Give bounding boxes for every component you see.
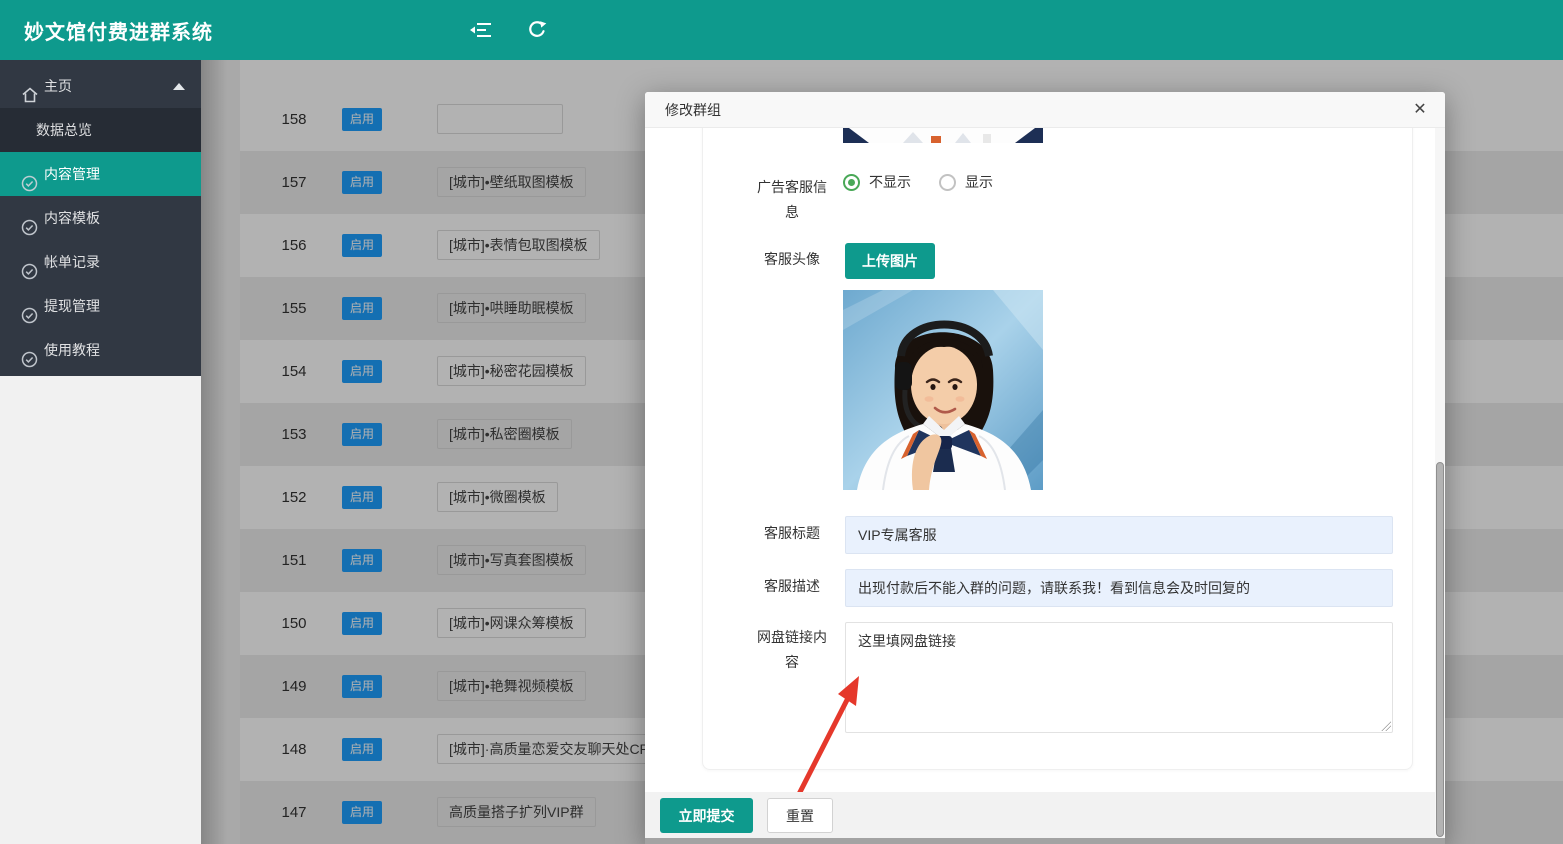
radio-circle-icon[interactable] — [939, 174, 956, 191]
sidebar-item-label: 提现管理 — [44, 284, 100, 328]
sidebar-item-4[interactable]: 帐单记录 — [0, 240, 201, 284]
netdisk-link-textarea[interactable]: 这里填网盘链接 — [845, 622, 1393, 733]
modal-body: 广告客服信息 不显示 显示 客服头像 上传图片 — [645, 128, 1445, 844]
service-avatar-label: 客服头像 — [753, 247, 831, 272]
customer-service-photo — [843, 290, 1043, 490]
radio-option-1[interactable]: 显示 — [939, 172, 993, 192]
sidebar-item-0[interactable]: 主页 — [0, 64, 201, 108]
sidebar-item-5[interactable]: 提现管理 — [0, 284, 201, 328]
modal-footer: 立即提交 重置 — [645, 792, 1445, 838]
sidebar-item-label: 内容管理 — [44, 152, 100, 196]
top-header-bar: 妙文馆付费进群系统 — [0, 0, 1563, 60]
ad-service-radio-group: 不显示 显示 — [843, 172, 993, 192]
close-icon[interactable]: ✕ — [1409, 99, 1431, 121]
netdisk-link-label: 网盘链接内容 — [753, 625, 831, 675]
caret-up-icon — [173, 83, 185, 90]
radio-label: 不显示 — [869, 172, 911, 192]
sidebar-item-label: 主页 — [44, 64, 72, 108]
collapse-menu-icon[interactable] — [470, 19, 492, 41]
circle-check-icon — [21, 341, 39, 359]
sidebar-item-label: 数据总览 — [36, 108, 92, 152]
app-window: 158 启用 157 启用 [城市]•壁纸取图模板 156 启用 [城市]•表情… — [0, 0, 1563, 844]
sidebar-item-label: 帐单记录 — [44, 240, 100, 284]
app-title: 妙文馆付费进群系统 — [0, 16, 213, 45]
radio-label: 显示 — [965, 172, 993, 192]
reset-button[interactable]: 重置 — [767, 798, 833, 833]
service-title-input[interactable] — [845, 516, 1393, 554]
sidebar-item-label: 使用教程 — [44, 328, 100, 372]
radio-circle-icon[interactable] — [843, 174, 860, 191]
circle-check-icon — [21, 253, 39, 271]
service-desc-input[interactable] — [845, 569, 1393, 607]
sidebar-item-1[interactable]: 数据总览 — [0, 108, 201, 152]
refresh-icon[interactable] — [526, 19, 548, 41]
circle-check-icon — [21, 209, 39, 227]
service-desc-label: 客服描述 — [753, 574, 831, 599]
radio-option-0[interactable]: 不显示 — [843, 172, 911, 192]
circle-check-icon — [21, 165, 39, 183]
submit-button[interactable]: 立即提交 — [660, 798, 753, 833]
sidebar-item-3[interactable]: 内容模板 — [0, 196, 201, 240]
upload-image-button[interactable]: 上传图片 — [845, 243, 935, 279]
sidebar-item-2[interactable]: 内容管理 — [0, 152, 201, 196]
ad-service-info-label: 广告客服信息 — [753, 175, 831, 225]
sidebar-nav: 主页数据总览内容管理内容模板帐单记录提现管理使用教程 — [0, 60, 201, 376]
sidebar-item-label: 内容模板 — [44, 196, 100, 240]
circle-check-icon — [21, 297, 39, 315]
group-avatar-image-bottom — [843, 128, 1043, 143]
vertical-scrollbar-thumb[interactable] — [1436, 462, 1444, 837]
sidebar-item-6[interactable]: 使用教程 — [0, 328, 201, 372]
modal-title: 修改群组 — [665, 92, 721, 128]
horizontal-scrollbar[interactable] — [645, 838, 1445, 844]
home-icon — [21, 77, 39, 95]
edit-group-modal: 修改群组 ✕ 广告客服信息 不显示 显示 客服头像 — [645, 92, 1445, 844]
service-title-label: 客服标题 — [753, 521, 831, 546]
modal-titlebar: 修改群组 ✕ — [645, 92, 1445, 128]
